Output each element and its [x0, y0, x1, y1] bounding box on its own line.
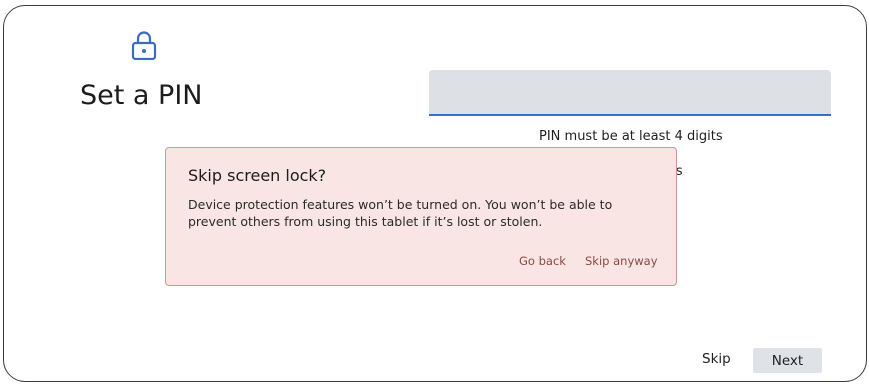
go-back-button[interactable]: Go back: [519, 254, 566, 268]
pin-hint: PIN must be at least 4 digits: [539, 129, 723, 144]
pin-input[interactable]: [429, 70, 831, 116]
skip-button[interactable]: Skip: [702, 351, 731, 367]
skip-screen-lock-dialog: Skip screen lock? Device protection feat…: [165, 147, 677, 286]
page-title: Set a PIN: [80, 80, 203, 111]
skip-anyway-button[interactable]: Skip anyway: [585, 254, 658, 268]
dialog-message: Device protection features won’t be turn…: [188, 197, 613, 229]
dialog-title: Skip screen lock?: [188, 166, 327, 185]
next-button[interactable]: Next: [753, 348, 822, 373]
lock-icon: [131, 31, 157, 60]
